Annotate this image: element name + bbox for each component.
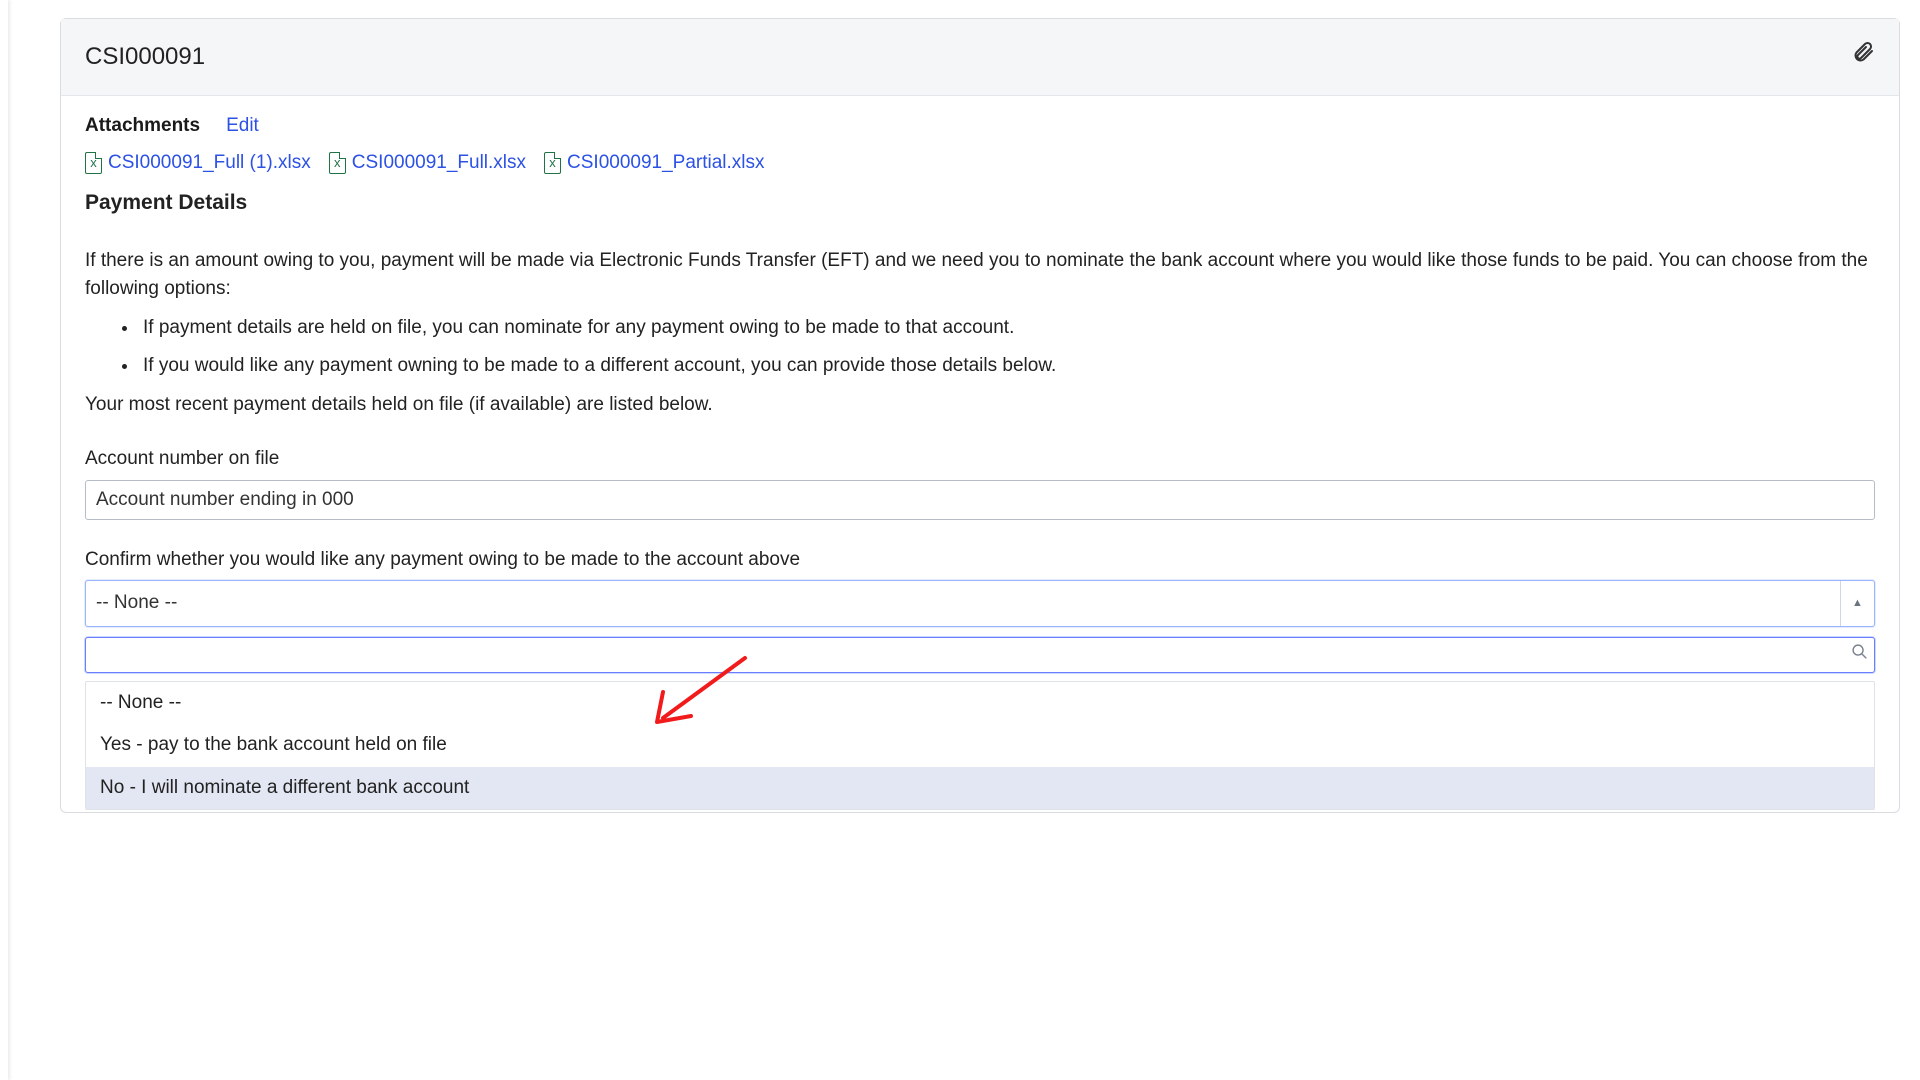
dropdown-options-list: -- None -- Yes - pay to the bank account…: [85, 681, 1875, 811]
dropdown-option-yes[interactable]: Yes - pay to the bank account held on fi…: [86, 724, 1874, 767]
xls-file-icon: x: [544, 152, 561, 174]
options-bullet-list: If payment details are held on file, you…: [139, 314, 1875, 381]
bullet-item: If payment details are held on file, you…: [139, 314, 1875, 343]
page: CSI000091 Attachments Edit x CSI000091_F…: [0, 0, 1920, 813]
card-body: Attachments Edit x CSI000091_Full (1).xl…: [61, 96, 1899, 812]
confirm-dropdown[interactable]: -- None -- ▲: [85, 580, 1875, 627]
record-title: CSI000091: [85, 39, 205, 75]
section-heading: Payment Details: [85, 187, 1875, 219]
account-on-file-input[interactable]: [85, 480, 1875, 520]
attachment-file[interactable]: x CSI000091_Full.xlsx: [329, 149, 526, 178]
attachment-file-list: x CSI000091_Full (1).xlsx x CSI000091_Fu…: [85, 149, 1875, 178]
search-icon: [1851, 642, 1868, 668]
xls-file-icon: x: [85, 152, 102, 174]
footnote-paragraph: Your most recent payment details held on…: [85, 391, 1875, 420]
vertical-edge-divider: [0, 0, 8, 1080]
attachments-label: Attachments: [85, 112, 200, 141]
dropdown-option-no[interactable]: No - I will nominate a different bank ac…: [86, 767, 1874, 810]
confirm-dropdown-wrapper: -- None -- ▲ -- None -- Yes - pay to the…: [85, 580, 1875, 810]
attachment-file-name: CSI000091_Full (1).xlsx: [108, 149, 311, 178]
dropdown-option-none[interactable]: -- None --: [86, 682, 1874, 725]
intro-paragraph: If there is an amount owing to you, paym…: [85, 247, 1875, 304]
confirm-dropdown-selected: -- None --: [86, 581, 1840, 626]
dropdown-search-input[interactable]: [92, 640, 1851, 670]
xls-file-icon: x: [329, 152, 346, 174]
field-label-confirm: Confirm whether you would like any payme…: [85, 546, 1875, 575]
bullet-item: If you would like any payment owning to …: [139, 352, 1875, 381]
field-label-account-on-file: Account number on file: [85, 445, 1875, 474]
attachment-file-name: CSI000091_Partial.xlsx: [567, 149, 765, 178]
dropdown-search-row: [85, 637, 1875, 673]
paperclip-icon[interactable]: [1851, 40, 1875, 74]
attachment-file-name: CSI000091_Full.xlsx: [352, 149, 526, 178]
card-header: CSI000091: [61, 19, 1899, 96]
attachment-file[interactable]: x CSI000091_Full (1).xlsx: [85, 149, 311, 178]
attachment-file[interactable]: x CSI000091_Partial.xlsx: [544, 149, 765, 178]
edit-attachments-link[interactable]: Edit: [226, 112, 259, 141]
record-card: CSI000091 Attachments Edit x CSI000091_F…: [60, 18, 1900, 813]
attachments-header: Attachments Edit: [85, 112, 1875, 141]
chevron-up-icon: ▲: [1840, 581, 1874, 626]
